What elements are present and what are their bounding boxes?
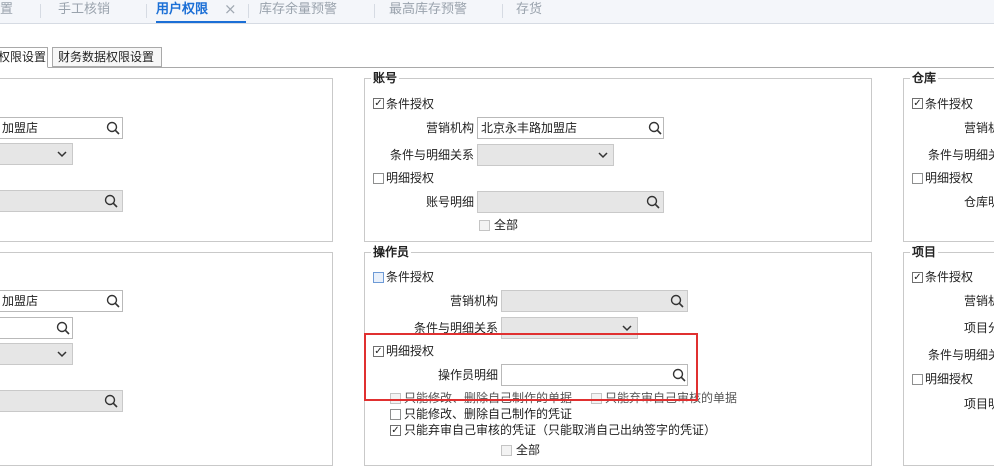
account-cond-auth-checkbox[interactable]: ✓ <box>373 98 384 109</box>
tab-separator <box>502 4 503 18</box>
operator-group-title: 操作员 <box>371 245 412 259</box>
tab-inventory[interactable]: 存货 <box>516 0 542 23</box>
subtab-permission-settings[interactable]: 权限设置 <box>0 47 48 68</box>
warehouse-detail-auth-label: 明细授权 <box>925 171 974 185</box>
account-relation-label: 条件与明细关系 <box>389 148 474 162</box>
warehouse-group-title: 仓库 <box>910 71 939 85</box>
tab-separator <box>248 4 249 18</box>
operator-org-field[interactable] <box>501 290 688 312</box>
search-lookup-icon[interactable] <box>103 193 119 209</box>
operator-all-checkbox[interactable] <box>501 445 512 456</box>
project-detail-auth-checkbox[interactable] <box>912 374 923 385</box>
tab-separator <box>40 4 41 18</box>
account-relation-select[interactable] <box>477 144 614 166</box>
search-lookup-icon[interactable] <box>669 293 685 309</box>
search-lookup-icon[interactable] <box>105 120 121 136</box>
left-bottom-class-field[interactable] <box>0 317 73 339</box>
warehouse-detail-auth-checkbox[interactable] <box>912 173 923 184</box>
tab-manual-writeoff[interactable]: 手工核销 <box>58 0 110 23</box>
warehouse-relation-label: 条件与明细关 <box>928 148 994 162</box>
operator-cond-auth-checkbox[interactable] <box>373 272 384 283</box>
operator-opt-modify-vouchers-checkbox[interactable] <box>390 409 401 420</box>
org-value: 加盟店 <box>2 121 39 135</box>
subtab-divider <box>0 67 994 68</box>
operator-org-label: 营销机构 <box>449 294 498 308</box>
org-value: 加盟店 <box>2 294 39 308</box>
close-icon[interactable]: × <box>224 0 237 18</box>
tab-separator <box>374 4 375 18</box>
tab-label: 用户权限 <box>156 2 209 17</box>
warehouse-detail-label: 仓库明 <box>964 195 994 209</box>
left-top-relation-select[interactable] <box>0 143 73 165</box>
search-lookup-icon[interactable] <box>647 120 663 136</box>
left-bottom-detail-field[interactable] <box>0 390 123 412</box>
project-relation-label: 条件与明细关 <box>928 348 994 362</box>
operator-all-label: 全部 <box>516 443 541 457</box>
chevron-down-icon <box>57 351 67 358</box>
search-lookup-icon[interactable] <box>55 320 71 336</box>
subtab-finance-data-permissions[interactable]: 财务数据权限设置 <box>52 47 162 67</box>
chevron-down-icon <box>57 151 67 158</box>
search-lookup-icon[interactable] <box>103 393 119 409</box>
operator-opt-abandon-vouchers-label: 只能弃审自己审核的凭证（只能取消自己出纳签字的凭证） <box>404 423 717 437</box>
account-all-label: 全部 <box>494 218 519 232</box>
account-detail-auth-checkbox[interactable] <box>373 173 384 184</box>
project-detail-label: 项目明 <box>964 397 994 411</box>
account-group-title: 账号 <box>371 71 400 85</box>
project-group-title: 项目 <box>910 245 939 259</box>
chevron-down-icon <box>598 152 608 159</box>
search-lookup-icon[interactable] <box>645 194 661 210</box>
project-detail-auth-label: 明细授权 <box>925 372 974 386</box>
account-all-checkbox[interactable] <box>479 220 490 231</box>
tab-bar: 置 手工核销 用户权限 × 库存余量预警 最高库存预警 存货 <box>0 0 994 24</box>
project-org-label: 营销机 <box>964 294 994 308</box>
left-bottom-org-field[interactable]: 加盟店 <box>0 290 123 312</box>
tab-settings-partial[interactable]: 置 <box>0 0 13 23</box>
account-detail-label: 账号明细 <box>425 195 474 209</box>
project-cond-auth-label: 条件授权 <box>925 270 974 284</box>
warehouse-cond-auth-label: 条件授权 <box>925 97 974 111</box>
project-class-label: 项目分 <box>964 321 994 335</box>
operator-cond-auth-label: 条件授权 <box>386 270 435 284</box>
left-top-org-field[interactable]: 加盟店 <box>0 117 123 139</box>
left-top-detail-field[interactable] <box>0 190 123 212</box>
account-cond-auth-label: 条件授权 <box>386 97 435 111</box>
operator-opt-abandon-vouchers-checkbox[interactable]: ✓ <box>390 425 401 436</box>
org-value: 北京永丰路加盟店 <box>481 121 578 135</box>
tab-max-stock-alert[interactable]: 最高库存预警 <box>389 0 467 23</box>
search-lookup-icon[interactable] <box>105 293 121 309</box>
left-bottom-relation-select[interactable] <box>0 343 73 365</box>
operator-opt-modify-vouchers-label: 只能修改、删除自己制作的凭证 <box>404 407 573 421</box>
account-org-field[interactable]: 北京永丰路加盟店 <box>477 117 664 139</box>
warehouse-cond-auth-checkbox[interactable]: ✓ <box>912 98 923 109</box>
highlight-box <box>364 333 698 401</box>
tab-separator <box>146 4 147 18</box>
account-detail-field[interactable] <box>477 191 664 213</box>
warehouse-org-label: 营销机 <box>964 121 994 135</box>
project-cond-auth-checkbox[interactable]: ✓ <box>912 272 923 283</box>
account-detail-auth-label: 明细授权 <box>386 171 435 185</box>
tab-stock-balance-alert[interactable]: 库存余量预警 <box>259 0 337 23</box>
account-org-label: 营销机构 <box>425 121 474 135</box>
